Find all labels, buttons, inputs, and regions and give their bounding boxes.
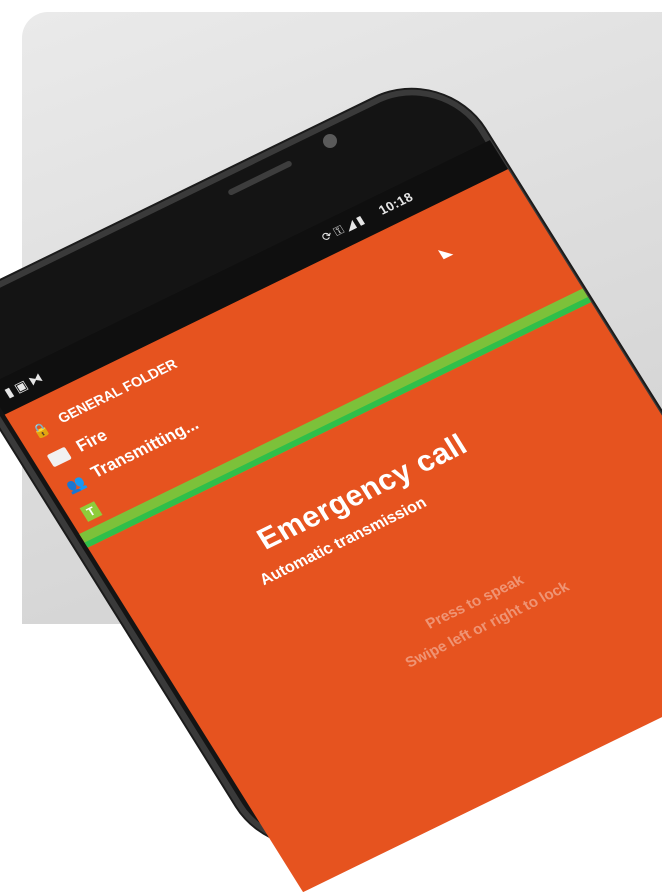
transmit-icon: T xyxy=(79,501,103,522)
lock-speaker-icon: 🔒 xyxy=(28,419,54,441)
group-label: Fire xyxy=(72,425,111,456)
status-time: 10:18 xyxy=(375,189,416,218)
notification-icons: ▮ ▣ ⧓ xyxy=(1,369,46,401)
folder-icon xyxy=(46,446,73,468)
back-icon[interactable]: ◣ xyxy=(436,242,455,261)
status-label: Transmitting... xyxy=(87,414,202,482)
tx-row: T xyxy=(77,494,108,522)
front-camera xyxy=(323,134,337,148)
group-icon: 👥 xyxy=(63,473,89,497)
